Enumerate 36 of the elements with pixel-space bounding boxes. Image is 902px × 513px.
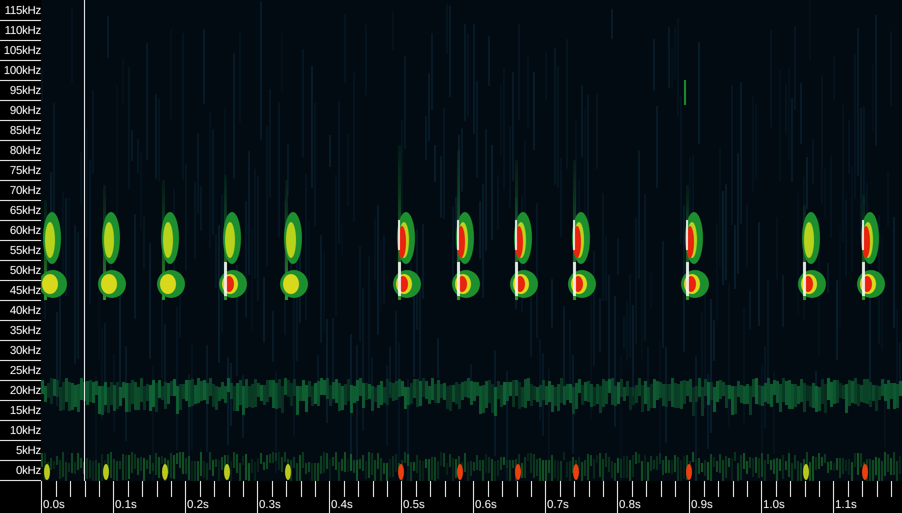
frequency-label: 105kHz bbox=[4, 44, 41, 58]
frequency-label: 65kHz bbox=[10, 204, 41, 218]
frequency-label: 35kHz bbox=[10, 324, 41, 338]
frequency-label: 50kHz bbox=[10, 264, 41, 278]
frequency-label: 95kHz bbox=[10, 84, 41, 98]
time-label: 0.5s bbox=[402, 498, 425, 513]
frequency-label: 90kHz bbox=[10, 104, 41, 118]
frequency-label: 20kHz bbox=[10, 384, 41, 398]
frequency-label: 60kHz bbox=[10, 224, 41, 238]
time-label: 0.2s bbox=[186, 498, 209, 513]
time-label: 0.4s bbox=[330, 498, 353, 513]
frequency-label: 10kHz bbox=[10, 424, 41, 438]
frequency-label: 85kHz bbox=[10, 124, 41, 138]
frequency-label: 70kHz bbox=[10, 184, 41, 198]
time-label: 1.1s bbox=[834, 498, 857, 513]
frequency-label: 110kHz bbox=[4, 24, 41, 38]
frequency-label: 75kHz bbox=[10, 164, 41, 178]
frequency-label: 55kHz bbox=[10, 244, 41, 258]
frequency-label: 15kHz bbox=[10, 404, 41, 418]
frequency-label: 115kHz bbox=[4, 4, 41, 18]
frequency-label: 5kHz bbox=[16, 444, 41, 458]
frequency-label: 40kHz bbox=[10, 304, 41, 318]
frequency-label: 30kHz bbox=[10, 344, 41, 358]
frequency-label: 100kHz bbox=[4, 64, 41, 78]
time-label: 0.6s bbox=[474, 498, 497, 513]
time-label: 0.7s bbox=[546, 498, 569, 513]
time-label: 0.0s bbox=[42, 498, 65, 513]
time-label: 1.0s bbox=[762, 498, 785, 513]
frequency-label: 45kHz bbox=[10, 284, 41, 298]
frequency-label: 80kHz bbox=[10, 144, 41, 158]
time-label: 0.9s bbox=[690, 498, 713, 513]
frequency-label: 25kHz bbox=[10, 364, 41, 378]
time-label: 0.1s bbox=[114, 498, 137, 513]
time-label: 0.3s bbox=[258, 498, 281, 513]
frequency-label: 0kHz bbox=[16, 464, 41, 478]
time-label: 0.8s bbox=[618, 498, 641, 513]
